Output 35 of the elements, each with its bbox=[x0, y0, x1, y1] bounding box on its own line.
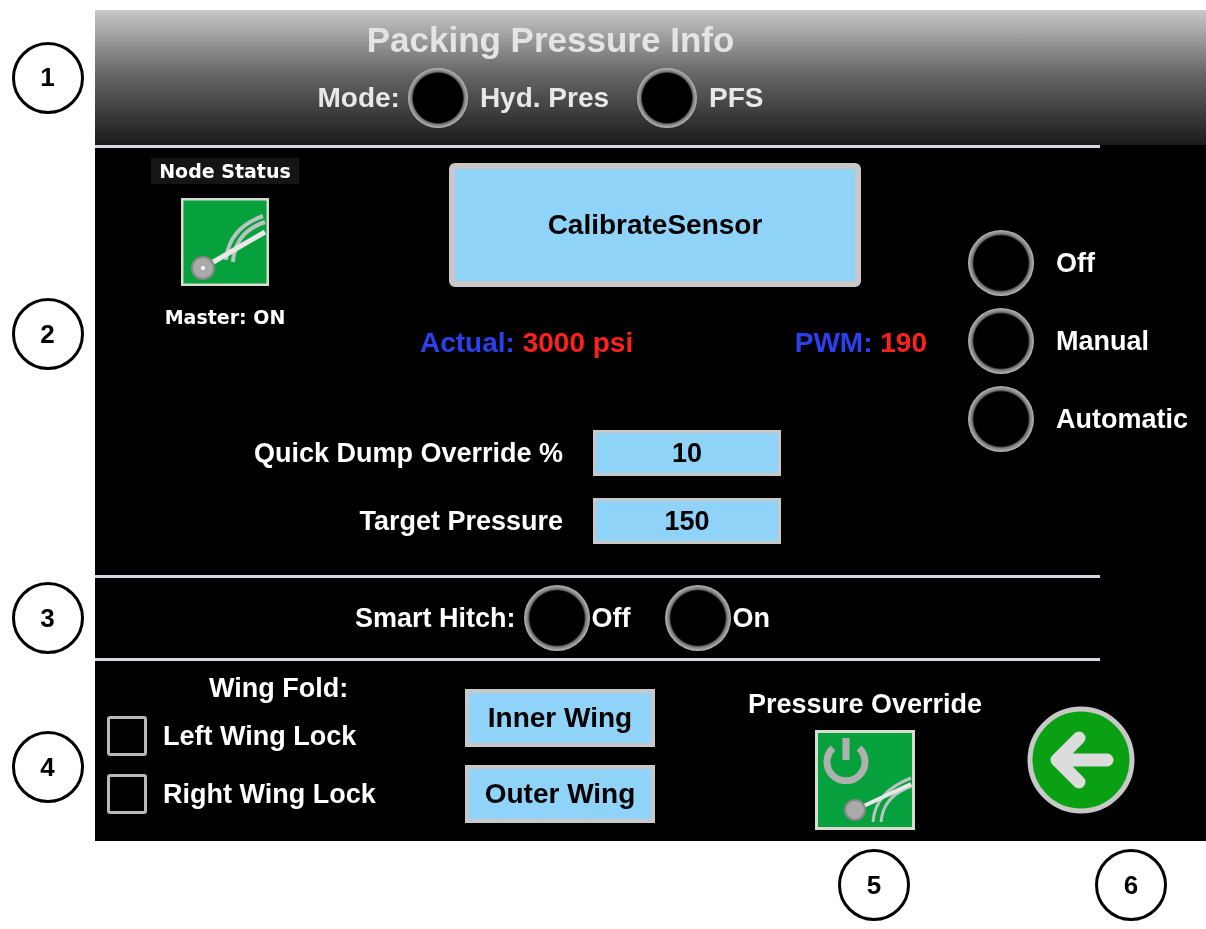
planter-row-unit-icon[interactable] bbox=[181, 198, 269, 286]
radio-label: Manual bbox=[1056, 325, 1149, 357]
checkbox-label: Left Wing Lock bbox=[163, 720, 357, 752]
screen-title: Packing Pressure Info bbox=[366, 20, 735, 60]
radio-label: Off bbox=[591, 602, 631, 634]
back-arrow-button[interactable] bbox=[1027, 706, 1135, 814]
wing-button[interactable]: Inner Wing bbox=[465, 689, 655, 747]
input-field[interactable]: 10 bbox=[593, 430, 781, 476]
callout-number: 4 bbox=[11, 731, 84, 803]
node-status-label: Node Status bbox=[151, 158, 299, 184]
field-label: Target Pressure bbox=[358, 505, 563, 537]
input-field[interactable]: 150 bbox=[593, 498, 781, 544]
radio-label: PFS bbox=[709, 82, 764, 114]
reading-text: Actual: 3000 psi bbox=[420, 327, 634, 359]
reading-text: PWM: 190 bbox=[794, 327, 927, 359]
callout-number: 6 bbox=[1095, 849, 1167, 921]
calibrate-sensor-button[interactable]: CalibrateSensor bbox=[449, 163, 861, 287]
radio-label: On bbox=[732, 602, 770, 634]
checkbox[interactable] bbox=[107, 716, 147, 756]
checkbox-label: Right Wing Lock bbox=[163, 778, 376, 810]
callout-number: 2 bbox=[11, 298, 84, 370]
mode-label: Mode: bbox=[317, 82, 400, 114]
callout-number: 3 bbox=[11, 582, 84, 654]
field-label: Quick Dump Override % bbox=[252, 437, 563, 469]
wing-button[interactable]: Outer Wing bbox=[465, 765, 655, 823]
radio-label: Off bbox=[1056, 247, 1095, 279]
radio-label: Hyd. Pres bbox=[479, 82, 610, 114]
master-status: Master: ON bbox=[164, 306, 286, 328]
smart-hitch-label: Smart Hitch: bbox=[355, 602, 516, 634]
radio-label: Automatic bbox=[1056, 403, 1188, 435]
checkbox[interactable] bbox=[107, 774, 147, 814]
callout-number: 1 bbox=[11, 41, 84, 114]
pressure-override-label: Pressure Override bbox=[747, 689, 983, 720]
callout-number: 5 bbox=[838, 849, 910, 921]
wing-fold-label: Wing Fold: bbox=[208, 673, 350, 704]
